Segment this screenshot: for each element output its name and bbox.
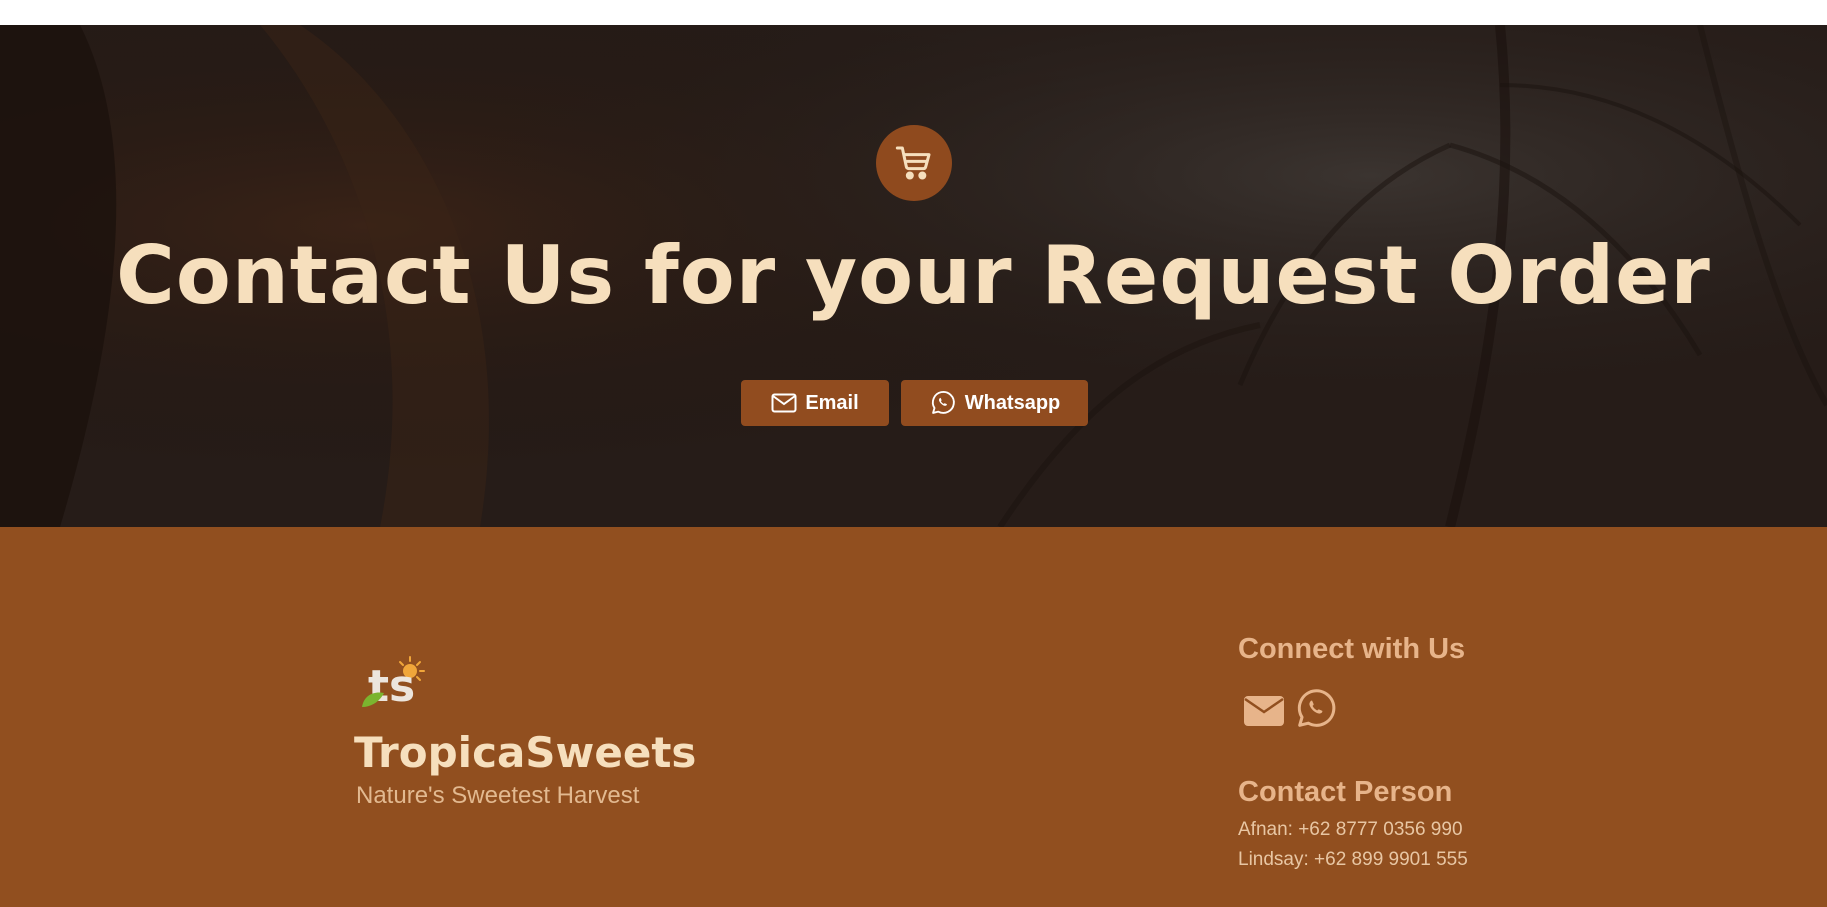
contact-line-afnan: Afnan: +62 8777 0356 990 (1238, 819, 1463, 840)
whatsapp-icon (931, 391, 955, 414)
tropicasweets-logo: ts (362, 656, 425, 709)
hero-title: Contact Us for your Request Order (116, 229, 1711, 322)
email-button-label: Email (805, 391, 859, 414)
site-footer: ts TropicaSweets Nature's Sweetest Harve… (0, 527, 1827, 907)
envelope-icon[interactable] (1241, 686, 1287, 732)
brand-tagline: Nature's Sweetest Harvest (356, 782, 640, 809)
shopping-cart-icon (895, 146, 931, 180)
browser-top-strip (0, 0, 1827, 25)
hero-section: Contact Us for your Request Order Email … (0, 25, 1827, 527)
contact-person-heading: Contact Person (1238, 776, 1453, 808)
whatsapp-button-label: Whatsapp (964, 391, 1061, 414)
envelope-icon (771, 393, 797, 413)
cart-badge (876, 125, 952, 201)
email-button[interactable]: Email (741, 380, 889, 426)
whatsapp-icon[interactable] (1293, 686, 1339, 732)
connect-heading: Connect with Us (1238, 633, 1466, 665)
brand-name: TropicaSweets (354, 728, 697, 777)
contact-line-lindsay: Lindsay: +62 899 9901 555 (1238, 849, 1468, 870)
whatsapp-button[interactable]: Whatsapp (901, 380, 1088, 426)
